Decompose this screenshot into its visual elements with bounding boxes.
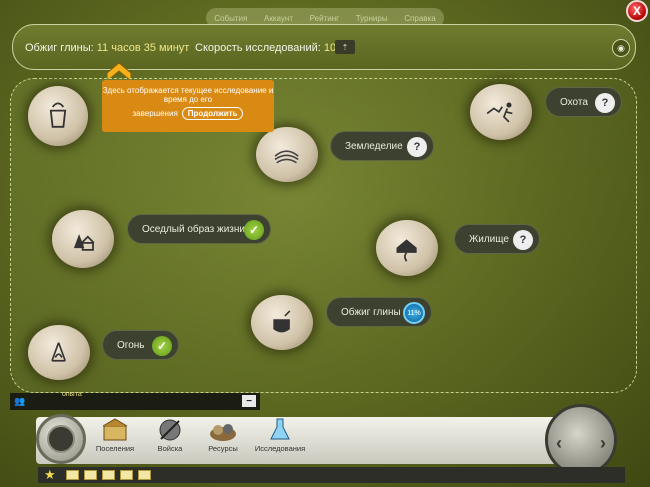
housing-help-button[interactable]: ?	[513, 230, 533, 250]
chat-minimize-button[interactable]: −	[242, 395, 256, 407]
chat-bar: 👥 −	[10, 393, 260, 410]
globe-icon	[47, 425, 75, 453]
housing-label[interactable]: Жилище ?	[454, 224, 540, 254]
troops-icon	[155, 416, 185, 444]
speed-up-button[interactable]: ⇡	[335, 40, 355, 54]
research-icon	[265, 416, 295, 444]
nav-help[interactable]: Справка	[404, 14, 435, 23]
plow-icon	[274, 150, 300, 164]
current-research: Обжиг глины: 11 часов 35 минут	[25, 42, 189, 54]
hut-icon	[396, 239, 418, 262]
hunting-help-button[interactable]: ?	[595, 93, 615, 113]
research-speed-label: Скорость исследований:	[195, 42, 321, 54]
fire-node[interactable]	[28, 325, 90, 380]
nav-tournaments[interactable]: Турниры	[356, 14, 388, 23]
hunting-label[interactable]: Охота ?	[545, 87, 622, 117]
farming-node[interactable]	[256, 127, 318, 182]
current-research-time: 11 часов 35 минут	[96, 42, 190, 54]
chat-snippet: опыта	[62, 391, 82, 398]
close-button[interactable]: X	[626, 0, 648, 22]
pot-icon	[49, 102, 67, 128]
campfire-icon	[51, 342, 67, 362]
chevron-left-icon[interactable]: ‹	[556, 433, 562, 454]
star-icon[interactable]: ★	[44, 467, 56, 483]
eye-icon[interactable]: ◉	[612, 39, 630, 57]
housing-node[interactable]	[376, 220, 438, 276]
farming-help-button[interactable]: ?	[407, 137, 427, 157]
envelope-icon[interactable]	[102, 470, 115, 480]
farming-text: Земледелие	[345, 140, 403, 152]
clay-text: Обжиг глины	[341, 306, 401, 318]
hunter-icon	[487, 102, 513, 123]
settled-label[interactable]: Оседлый образ жизни ✓	[127, 214, 271, 244]
game-screen: События Аккаунт Рейтинг Турниры Справка …	[0, 0, 650, 487]
envelope-icon[interactable]	[84, 470, 97, 480]
research-speed: Скорость исследований: 101	[195, 42, 342, 54]
settlement-icon	[100, 416, 130, 444]
tooltip-text-2: завершения	[132, 109, 178, 118]
map-navigation-knob[interactable]: ‹ ›	[545, 404, 617, 476]
hunting-text: Охота	[560, 96, 588, 108]
fire-done-icon: ✓	[152, 336, 172, 356]
chevron-right-icon[interactable]: ›	[600, 433, 606, 454]
fire-text: Огонь	[117, 339, 145, 351]
players-icon[interactable]: 👥	[14, 396, 25, 407]
research-info-bar: Обжиг глины: 11 часов 35 минут Скорость …	[12, 24, 636, 70]
pottery-node[interactable]	[28, 86, 88, 146]
housing-text: Жилище	[469, 233, 509, 245]
fire-label[interactable]: Огонь ✓	[102, 330, 179, 360]
envelope-icon[interactable]	[120, 470, 133, 480]
globe-button[interactable]	[36, 414, 86, 464]
farming-label[interactable]: Земледелие ?	[330, 131, 434, 161]
nav-rating[interactable]: Рейтинг	[310, 14, 339, 23]
clay-node[interactable]	[251, 295, 313, 350]
continue-button[interactable]: Продолжить	[181, 107, 244, 120]
tooltip-text: Здесь отображается текущее исследование …	[102, 86, 274, 104]
clay-label[interactable]: Обжиг глины 11%	[326, 297, 432, 327]
nav-account[interactable]: Аккаунт	[264, 14, 293, 23]
nav-events[interactable]: События	[214, 14, 247, 23]
nav-research-label: Исследования	[254, 444, 306, 453]
resources-icon	[208, 416, 238, 444]
settled-node[interactable]	[52, 210, 114, 268]
settled-done-icon: ✓	[244, 220, 264, 240]
nav-research[interactable]: Исследования	[245, 416, 315, 453]
hunting-node[interactable]	[470, 84, 532, 140]
envelope-icon[interactable]	[138, 470, 151, 480]
envelope-icon[interactable]	[66, 470, 79, 480]
kiln-icon	[273, 310, 291, 333]
tree-house-icon	[74, 233, 95, 251]
clay-progress-badge: 11%	[403, 302, 425, 324]
tutorial-tooltip: Здесь отображается текущее исследование …	[102, 80, 274, 132]
current-research-label: Обжиг глины:	[25, 42, 94, 54]
settled-text: Оседлый образ жизни	[142, 223, 245, 235]
